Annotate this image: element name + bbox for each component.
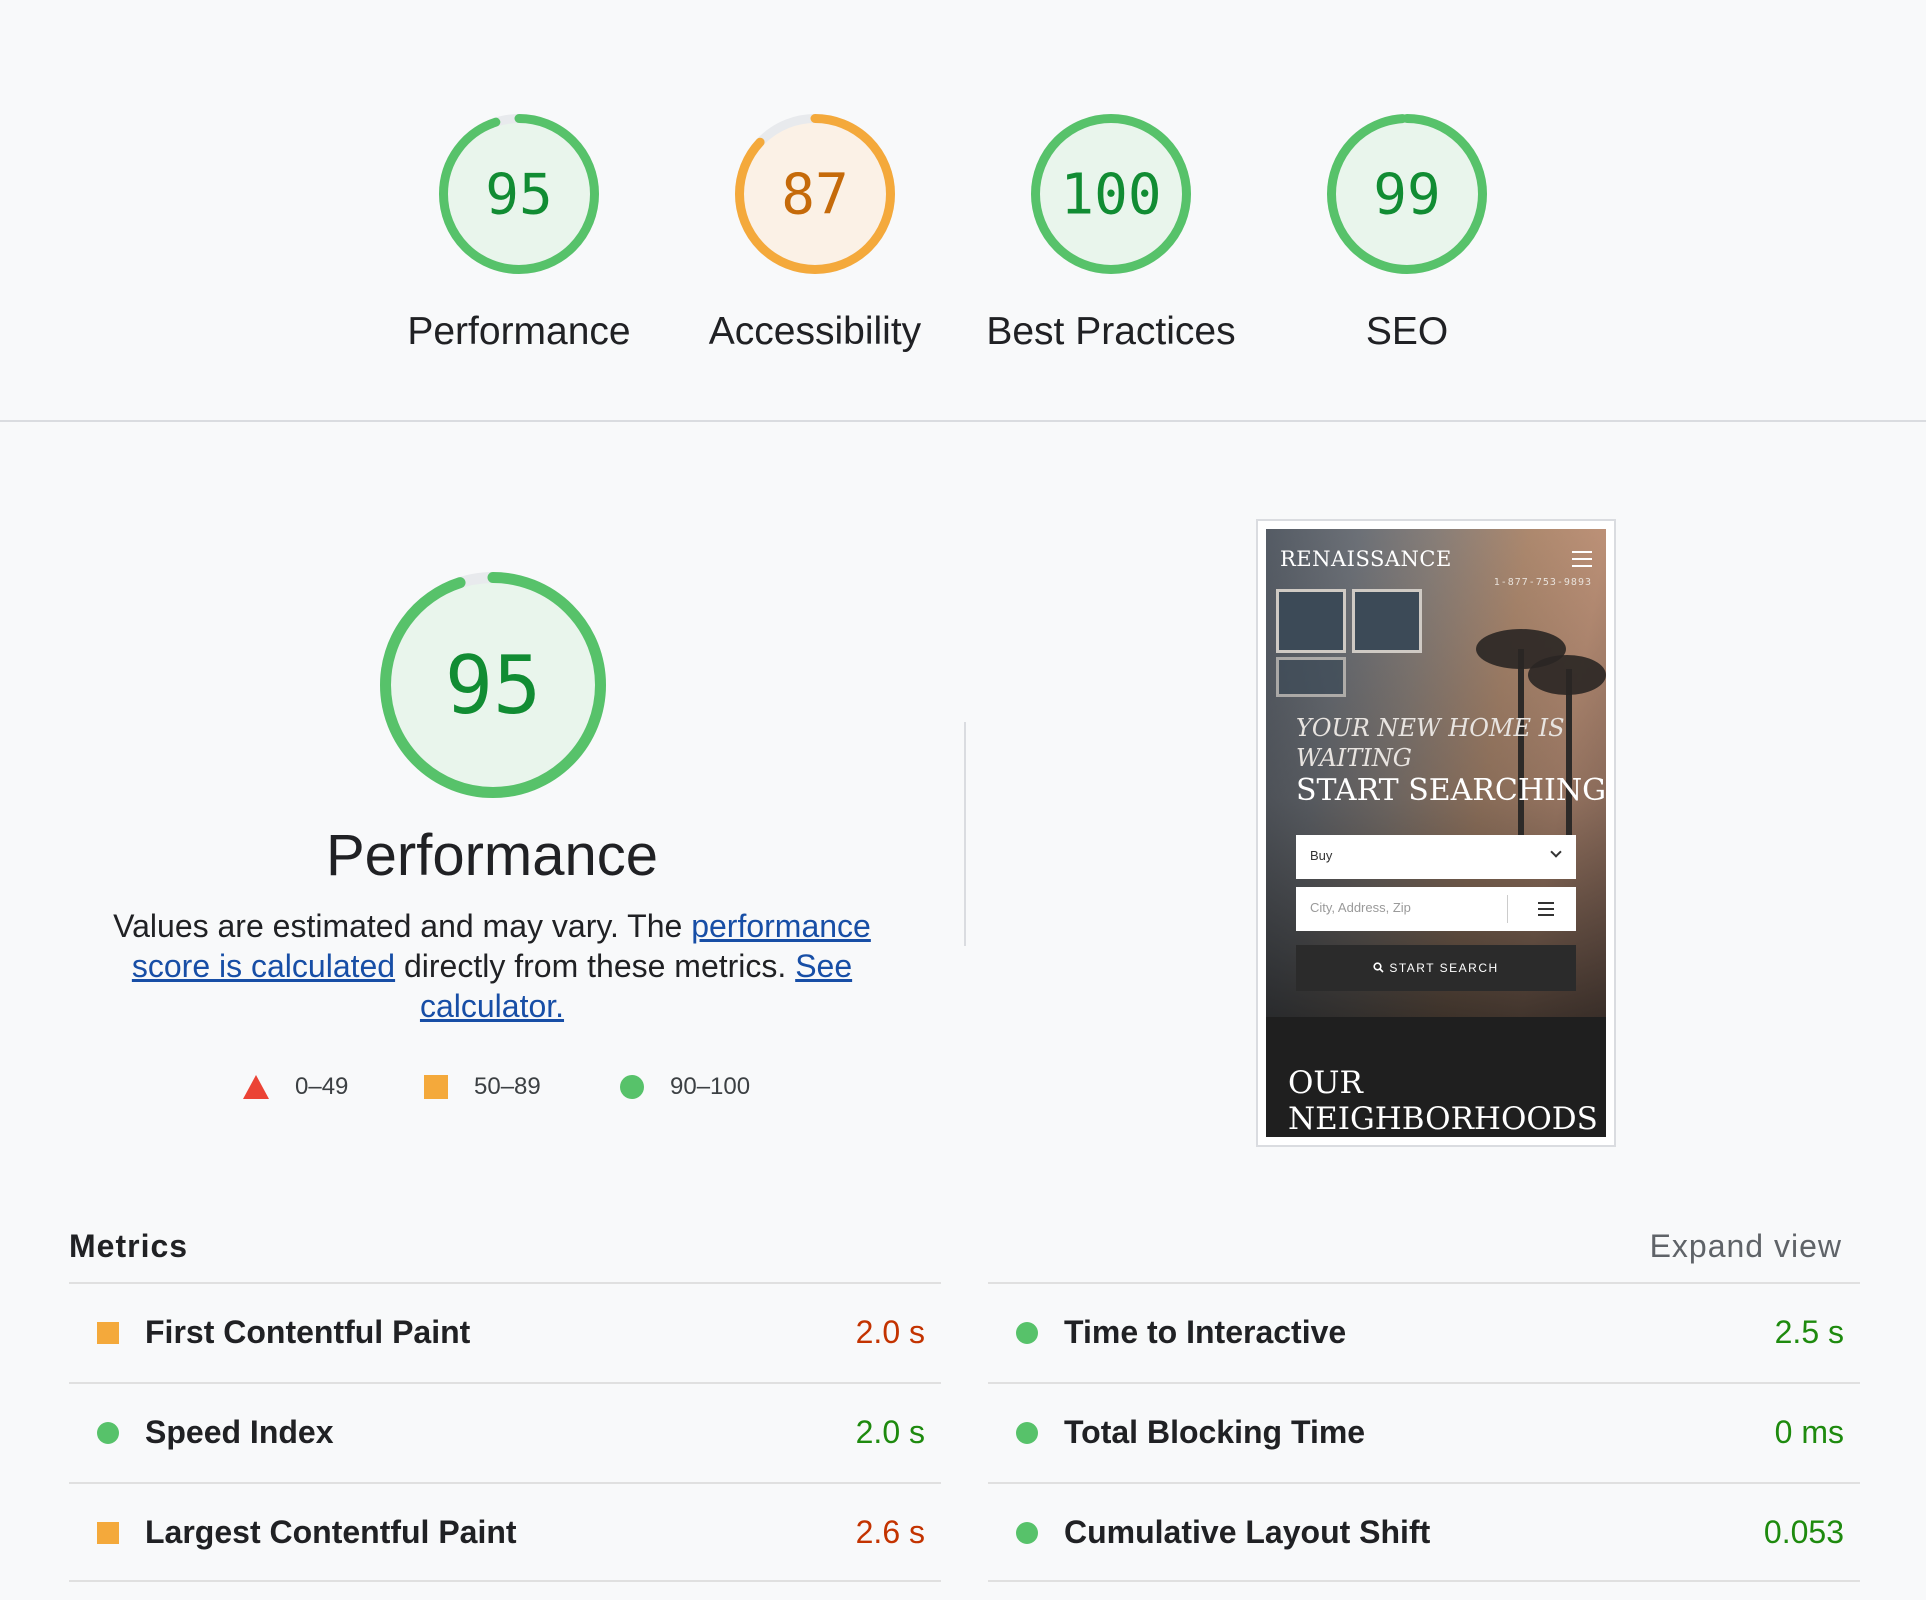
pass-circle-icon xyxy=(1016,1322,1038,1344)
pass-circle-icon xyxy=(97,1422,119,1444)
gauge-ring: 95 xyxy=(439,114,599,274)
menu-icon xyxy=(1572,551,1592,572)
triangle-icon xyxy=(243,1075,269,1099)
average-square-icon xyxy=(97,1522,119,1544)
gauge-score: 95 xyxy=(445,639,541,732)
gauge-performance[interactable]: 95 Performance xyxy=(371,112,667,354)
metric-name: Time to Interactive xyxy=(1064,1314,1347,1350)
gauge-ring: 99 xyxy=(1327,114,1487,274)
hero-heading: START SEARCHING xyxy=(1296,773,1606,808)
metric-value: 0 ms xyxy=(1774,1414,1844,1450)
metric-speed-index[interactable]: Speed Index 2.0 s xyxy=(69,1382,941,1482)
building-window xyxy=(1276,589,1346,653)
metrics-column-right: Time to Interactive 2.5 s Total Blocking… xyxy=(988,1282,1860,1582)
start-search-button: START SEARCH xyxy=(1296,945,1576,991)
input-placeholder: City, Address, Zip xyxy=(1310,900,1411,915)
performance-title: Performance xyxy=(325,823,659,888)
metric-name: Total Blocking Time xyxy=(1064,1414,1366,1450)
performance-description: Values are estimated and may vary. The p… xyxy=(92,906,892,1026)
performance-score-gauge: 95 xyxy=(380,572,606,798)
metrics-heading: Metrics xyxy=(69,1228,189,1264)
metric-time-to-interactive[interactable]: Time to Interactive 2.5 s xyxy=(988,1282,1860,1382)
gauge-label: Best Practices xyxy=(986,310,1236,353)
metric-name: Cumulative Layout Shift xyxy=(1064,1514,1431,1550)
site-logo: RENAISSANCE xyxy=(1280,547,1452,571)
select-value: Buy xyxy=(1310,848,1333,863)
metric-value: 2.6 s xyxy=(855,1514,925,1550)
legend-fail: 0–49 xyxy=(243,1072,348,1102)
metric-first-contentful-paint[interactable]: First Contentful Paint 2.0 s xyxy=(69,1282,941,1382)
input-separator xyxy=(1507,895,1508,923)
gauge-score: 95 xyxy=(485,163,552,228)
metric-total-blocking-time[interactable]: Total Blocking Time 0 ms xyxy=(988,1382,1860,1482)
gauge-label: Accessibility xyxy=(708,310,922,353)
legend-range: 50–89 xyxy=(474,1073,541,1100)
circle-icon xyxy=(620,1075,644,1099)
hero-tagline: YOUR NEW HOME IS WAITING xyxy=(1296,714,1565,772)
search-type-select: Buy xyxy=(1296,835,1576,879)
score-summary: 95 Performance 87 Accessibility 100 Best… xyxy=(0,0,1926,422)
pass-circle-icon xyxy=(1016,1522,1038,1544)
search-icon xyxy=(1373,962,1384,973)
screenshot-image: RENAISSANCE 1-877-753-9893 YOUR NEW HOME… xyxy=(1266,529,1606,1137)
metrics-column-left: First Contentful Paint 2.0 s Speed Index… xyxy=(69,1282,941,1582)
gauge-label: SEO xyxy=(1365,310,1449,353)
legend-pass: 90–100 xyxy=(620,1072,750,1102)
filter-icon xyxy=(1538,902,1554,920)
gauge-score: 100 xyxy=(1060,163,1161,228)
gauge-seo[interactable]: 99 SEO xyxy=(1259,112,1555,354)
gauge-best-practices[interactable]: 100 Best Practices xyxy=(963,112,1259,354)
legend-range: 90–100 xyxy=(670,1073,751,1100)
metric-value: 0.053 xyxy=(1763,1514,1844,1550)
gauge-score: 99 xyxy=(1373,163,1440,228)
palm-tree xyxy=(1528,655,1606,695)
description-text: Values are estimated and may vary. The xyxy=(113,908,692,944)
average-square-icon xyxy=(97,1322,119,1344)
pass-circle-icon xyxy=(1016,1422,1038,1444)
metric-name: Largest Contentful Paint xyxy=(145,1514,517,1550)
metric-cumulative-layout-shift[interactable]: Cumulative Layout Shift 0.053 xyxy=(988,1482,1860,1582)
gauge-accessibility[interactable]: 87 Accessibility xyxy=(667,112,963,354)
building-window xyxy=(1276,657,1346,697)
square-icon xyxy=(424,1075,448,1099)
chevron-down-icon xyxy=(1550,846,1562,858)
metric-value: 2.0 s xyxy=(855,1414,925,1450)
score-legend: 0–49 50–89 90–100 xyxy=(0,1072,1000,1102)
gauge-ring: 100 xyxy=(1031,114,1191,274)
expand-view-toggle[interactable]: Expand view xyxy=(1650,1228,1842,1265)
description-text: directly from these metrics. xyxy=(395,948,796,984)
final-screenshot[interactable]: RENAISSANCE 1-877-753-9893 YOUR NEW HOME… xyxy=(1256,519,1616,1147)
building-window xyxy=(1352,589,1422,653)
metric-name: Speed Index xyxy=(145,1414,334,1450)
metric-name: First Contentful Paint xyxy=(145,1314,471,1350)
section-heading: OUR NEIGHBORHOODS xyxy=(1288,1065,1598,1137)
metric-largest-contentful-paint[interactable]: Largest Contentful Paint 2.6 s xyxy=(69,1482,941,1582)
legend-average: 50–89 xyxy=(424,1072,541,1102)
gauge-score: 87 xyxy=(781,163,848,228)
metric-value: 2.0 s xyxy=(855,1314,925,1350)
vertical-divider xyxy=(964,722,966,946)
site-phone: 1-877-753-9893 xyxy=(1493,577,1592,588)
gauge-label: Performance xyxy=(407,310,631,353)
legend-range: 0–49 xyxy=(295,1073,349,1100)
neighborhoods-section: OUR NEIGHBORHOODS xyxy=(1266,1017,1606,1137)
button-label: START SEARCH xyxy=(1389,961,1499,975)
metric-value: 2.5 s xyxy=(1774,1314,1844,1350)
location-input: City, Address, Zip xyxy=(1296,887,1576,931)
gauge-ring: 87 xyxy=(735,114,895,274)
